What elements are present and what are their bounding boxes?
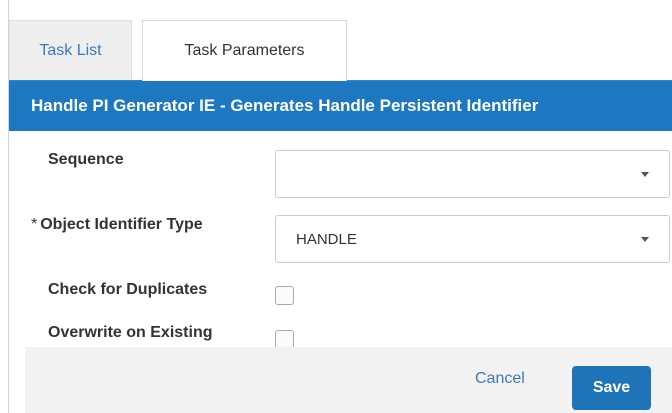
- tab-strip: Task List Task Parameters: [9, 0, 672, 81]
- sequence-select[interactable]: [275, 150, 670, 198]
- chevron-down-icon: [641, 237, 649, 242]
- object-identifier-type-value: HANDLE: [296, 230, 357, 248]
- object-identifier-type-label: * Object Identifier Type: [31, 216, 203, 234]
- overwrite-existing-label: Overwrite on Existing: [48, 324, 213, 341]
- object-identifier-type-select[interactable]: HANDLE: [275, 215, 670, 263]
- save-button[interactable]: Save: [572, 366, 651, 410]
- check-duplicates-label: Check for Duplicates: [48, 281, 208, 298]
- chevron-down-icon: [641, 172, 649, 177]
- object-identifier-type-text: Object Identifier Type: [40, 216, 203, 233]
- cancel-button[interactable]: Cancel: [475, 370, 525, 388]
- sequence-label: Sequence: [48, 151, 124, 168]
- required-indicator: *: [31, 216, 38, 233]
- tab-task-list[interactable]: Task List: [9, 20, 132, 80]
- page-title: Handle PI Generator IE - Generates Handl…: [9, 80, 672, 131]
- tab-task-parameters[interactable]: Task Parameters: [142, 20, 347, 81]
- check-duplicates-checkbox[interactable]: [275, 286, 294, 305]
